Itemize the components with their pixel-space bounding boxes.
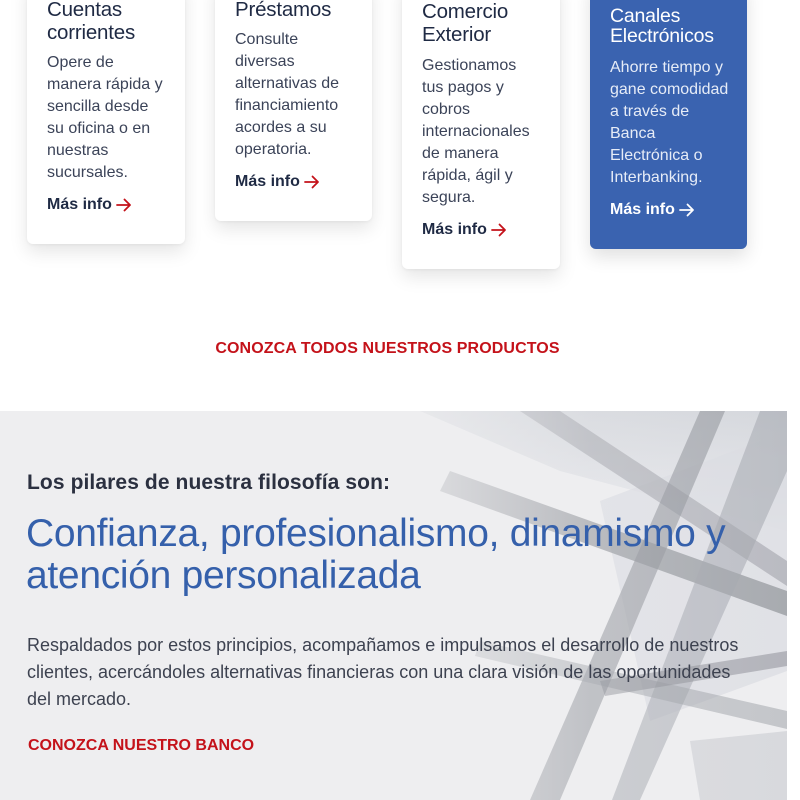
card-prestamos: Préstamos Consulte diversas alternativas… — [215, 0, 372, 221]
card-comercio-exterior: Comercio Exterior Gestionamos tus pagos … — [402, 0, 560, 269]
card-link-label: Más info — [47, 196, 112, 213]
card-more-info-link[interactable]: Más info — [235, 173, 354, 191]
card-title: Préstamos — [235, 0, 332, 21]
card-link-label: Más info — [422, 221, 487, 238]
philosophy-headline: Confianza, profesionalismo, dinamismo y … — [26, 512, 726, 597]
card-text: Opere de manera rápida y sencilla desde … — [47, 54, 163, 181]
card-link-label: Más info — [235, 173, 300, 190]
arrow-right-icon — [490, 223, 507, 237]
card-title: Canales Electrónicos — [610, 5, 714, 47]
arrow-right-icon — [303, 175, 320, 189]
card-text: Consulte diversas alternativas de financ… — [235, 31, 340, 158]
arrow-right-icon — [115, 198, 132, 212]
card-text: Gestionamos tus pagos y cobros internaci… — [422, 57, 530, 206]
arrow-right-icon — [678, 203, 695, 217]
philosophy-subtitle: Los pilares de nuestra filosofía son: — [27, 471, 391, 494]
card-link-label: Más info — [610, 201, 675, 218]
philosophy-section: Los pilares de nuestra filosofía son: Co… — [0, 411, 787, 800]
page-edge — [787, 0, 800, 800]
our-bank-link[interactable]: CONOZCA NUESTRO BANCO — [28, 737, 254, 755]
card-canales-electronicos: Canales Electrónicos Ahorre tiempo y gan… — [590, 0, 747, 249]
philosophy-body: Respaldados por estos principios, acompa… — [27, 635, 739, 709]
card-title: Cuentas corrientes — [47, 0, 136, 44]
card-more-info-link[interactable]: Más info — [610, 201, 729, 219]
card-title: Comercio Exterior — [422, 0, 509, 46]
card-text: Ahorre tiempo y gane comodidad a través … — [610, 59, 729, 186]
all-products-link[interactable]: CONOZCA TODOS NUESTROS PRODUCTOS — [0, 340, 775, 358]
card-more-info-link[interactable]: Más info — [422, 221, 542, 239]
card-cuentas-corrientes: Cuentas corrientes Opere de manera rápid… — [27, 0, 185, 244]
card-more-info-link[interactable]: Más info — [47, 196, 167, 214]
